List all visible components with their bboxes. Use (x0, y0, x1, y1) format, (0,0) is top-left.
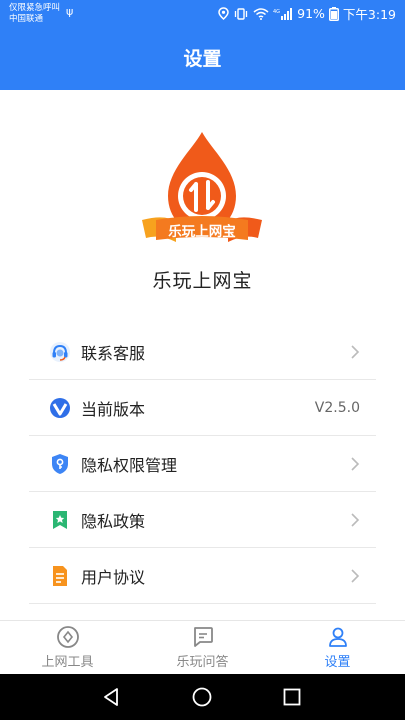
bottom-tab-bar: 上网工具 乐玩问答 设置 (0, 620, 405, 674)
carrier-line-2: 中国联通 (9, 14, 44, 24)
menu-item-contact-support[interactable]: 联系客服 (29, 324, 376, 380)
back-icon[interactable] (102, 687, 120, 707)
chevron-right-icon (351, 569, 360, 583)
tab-label: 乐玩问答 (176, 655, 229, 670)
app-name: 乐玩上网宝 (152, 270, 253, 292)
carrier-info: 仅限紧急呼叫 中国联通 (9, 3, 60, 25)
menu-item-current-version[interactable]: 当前版本 V2.5.0 (29, 380, 376, 436)
tab-qa[interactable]: 乐玩问答 (135, 621, 270, 674)
settings-menu: 联系客服 当前版本 V2.5.0 隐私权限管理 隐私政策 用户协议 (29, 324, 376, 604)
menu-label: 隐私政策 (81, 511, 146, 531)
home-icon[interactable] (192, 687, 212, 707)
version-value: V2.5.0 (314, 400, 360, 416)
tab-tools[interactable]: 上网工具 (0, 621, 135, 674)
document-icon (49, 565, 71, 587)
headset-icon (49, 341, 71, 363)
logo-text: 乐玩上网宝 (168, 223, 236, 240)
wifi-icon (253, 7, 269, 20)
menu-label: 隐私权限管理 (81, 455, 178, 475)
shield-key-icon (49, 453, 71, 475)
status-time: 下午3:19 (342, 7, 396, 22)
chevron-right-icon (351, 345, 360, 359)
usb-icon: ψ (66, 5, 74, 18)
carrier-line-1: 仅限紧急呼叫 (9, 3, 61, 13)
signal-icon: 4G (273, 7, 293, 20)
settings-content: 乐玩上网宝 乐玩上网宝 联系客服 当前版本 V2.5.0 隐私权限管理 隐私政策… (0, 90, 405, 620)
recents-icon[interactable] (283, 687, 301, 707)
version-v-icon (49, 397, 71, 419)
svg-text:4G: 4G (273, 9, 280, 15)
menu-label: 当前版本 (81, 399, 146, 419)
menu-item-privacy-permissions[interactable]: 隐私权限管理 (29, 436, 376, 492)
bookmark-star-icon (49, 509, 71, 531)
status-icons: 4G 91% 下午3:19 (218, 4, 396, 23)
menu-item-user-agreement[interactable]: 用户协议 (29, 548, 376, 604)
chevron-right-icon (351, 457, 360, 471)
vibrate-icon (234, 7, 248, 20)
chat-icon (193, 627, 213, 647)
location-icon (218, 7, 229, 20)
user-icon (328, 627, 347, 647)
menu-label: 用户协议 (81, 567, 146, 587)
tab-label: 上网工具 (41, 655, 94, 670)
app-logo: 乐玩上网宝 (142, 132, 262, 242)
menu-item-privacy-policy[interactable]: 隐私政策 (29, 492, 376, 548)
tab-label: 设置 (324, 655, 351, 670)
system-navigation-bar (0, 674, 405, 720)
battery-icon (328, 6, 339, 21)
chevron-right-icon (351, 513, 360, 527)
tab-settings[interactable]: 设置 (270, 621, 405, 674)
status-bar: 仅限紧急呼叫 中国联通 ψ 4G 91% 下午3:19 (0, 0, 405, 28)
battery-percent: 91% (297, 6, 325, 21)
page-title: 设置 (183, 48, 222, 70)
compass-icon (56, 626, 79, 648)
menu-label: 联系客服 (81, 343, 146, 363)
